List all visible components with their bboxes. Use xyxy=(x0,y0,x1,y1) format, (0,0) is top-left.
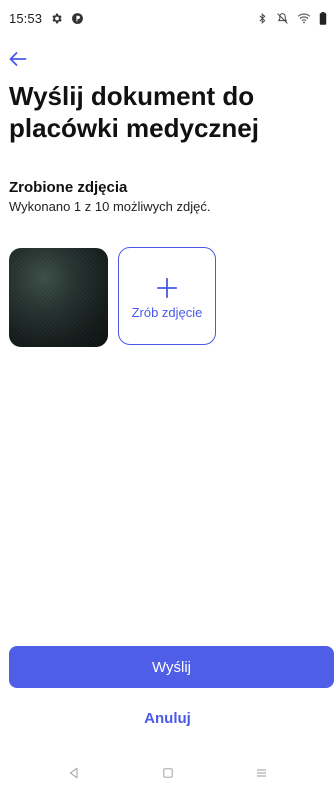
plus-icon xyxy=(156,277,178,298)
status-bar-left: 15:53 xyxy=(9,11,84,26)
home-nav-icon xyxy=(162,768,173,778)
screen: 15:53 Wyślij dokument do placówki medycz… xyxy=(0,0,335,786)
arrow-left-icon xyxy=(9,52,27,66)
nav-recents-button[interactable] xyxy=(215,761,309,785)
add-photo-label: Zrób zdjęcie xyxy=(131,304,203,320)
mute-icon xyxy=(276,12,289,25)
status-bar: 15:53 xyxy=(0,0,335,36)
add-photo-button[interactable]: Zrób zdjęcie xyxy=(118,247,216,345)
photos-count-text: Wykonano 1 z 10 możliwych zdjęć. xyxy=(9,199,211,214)
photos-section-title: Zrobione zdjęcia xyxy=(9,179,128,196)
page-title: Wyślij dokument do placówki medycznej xyxy=(9,81,259,143)
bluetooth-icon xyxy=(257,12,268,25)
recents-nav-icon xyxy=(256,769,267,777)
nav-back-button[interactable] xyxy=(27,761,121,785)
back-button[interactable] xyxy=(6,48,30,70)
status-bar-right xyxy=(257,11,327,25)
send-button[interactable]: Wyślij xyxy=(9,646,334,688)
nav-home-button[interactable] xyxy=(121,761,215,785)
battery-icon xyxy=(319,11,327,25)
wifi-icon xyxy=(297,12,311,24)
cancel-button[interactable]: Anuluj xyxy=(0,706,335,730)
back-nav-icon xyxy=(69,767,77,779)
system-nav-bar xyxy=(0,760,335,786)
vpn-icon xyxy=(71,12,84,25)
settings-icon xyxy=(50,12,63,25)
photo-thumbnail[interactable] xyxy=(9,248,108,347)
status-time: 15:53 xyxy=(9,10,43,26)
